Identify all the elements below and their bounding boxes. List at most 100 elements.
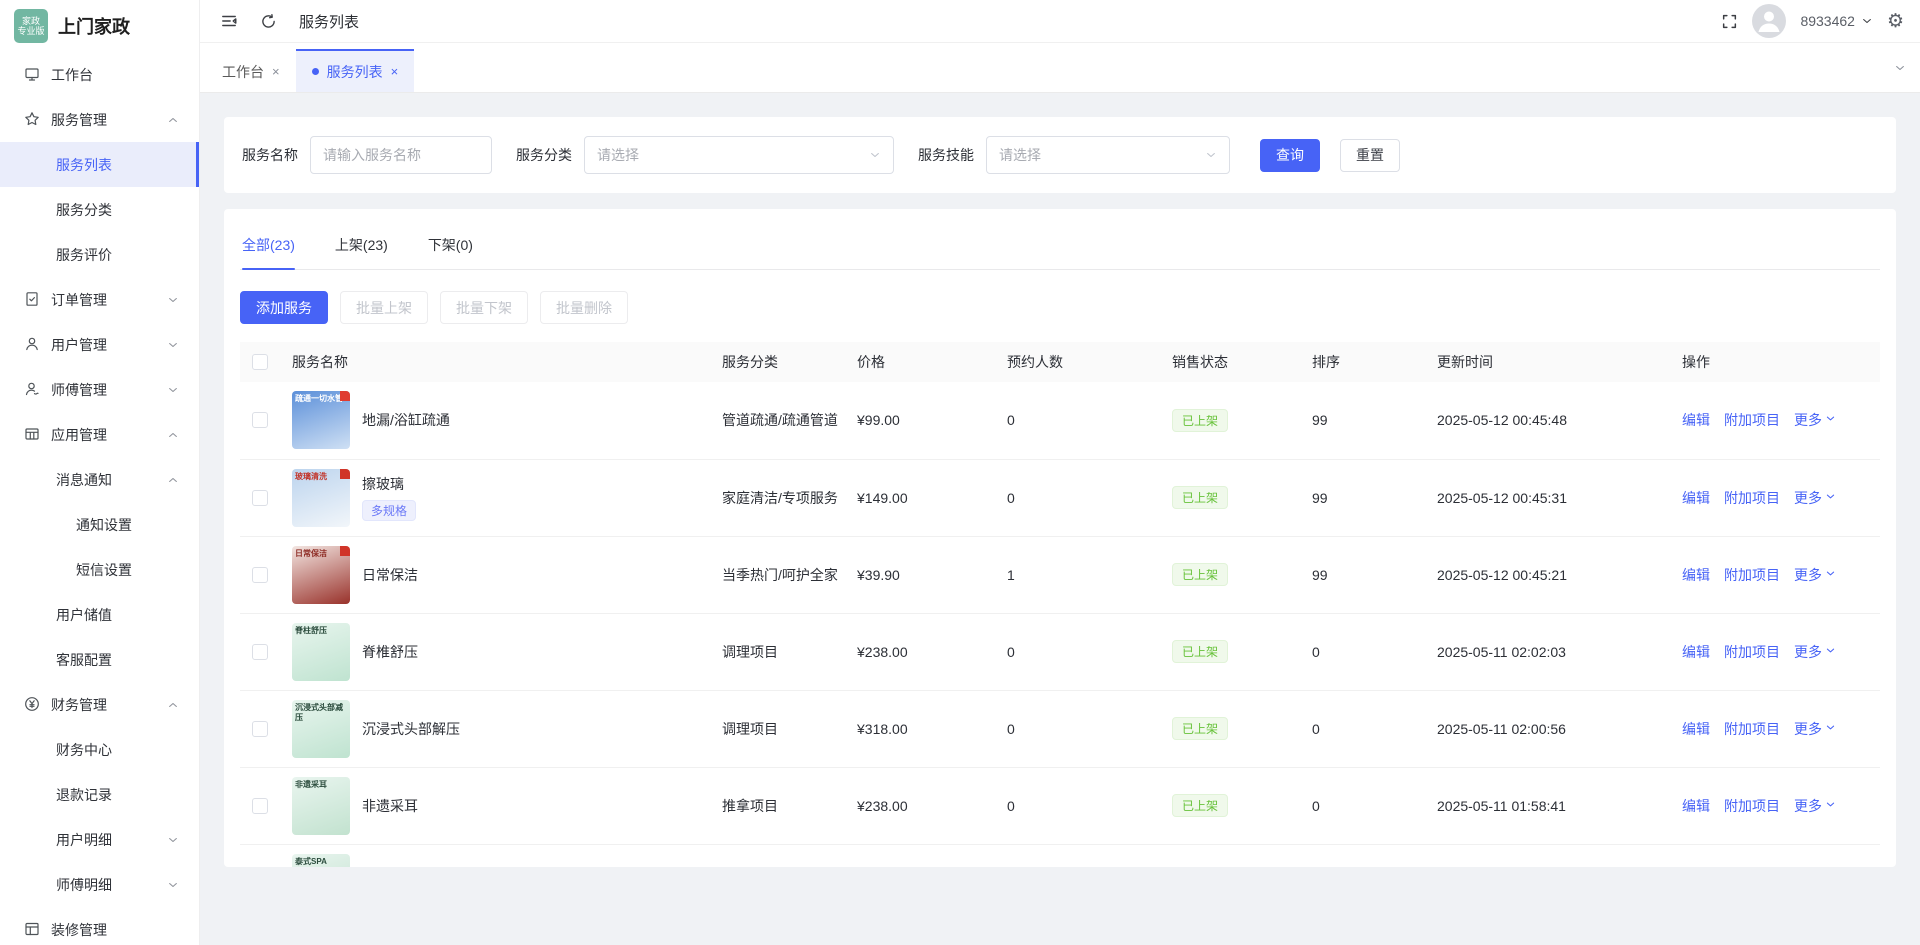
sidebar-item-财务管理[interactable]: 财务管理 — [0, 682, 199, 727]
promo-badge — [340, 546, 350, 556]
service-skill-select[interactable]: 请选择 — [986, 136, 1230, 174]
thumbnail-caption: 脊柱舒压 — [295, 626, 327, 636]
addon-items-link[interactable]: 附加项目 — [1724, 490, 1780, 506]
sidebar-item-短信设置[interactable]: 短信设置 — [0, 547, 199, 592]
service-thumbnail[interactable]: 泰式SPA — [292, 854, 350, 868]
row-checkbox-cell — [240, 459, 284, 536]
more-dropdown-link[interactable]: 更多 — [1794, 412, 1836, 428]
service-thumbnail[interactable]: 玻璃清洗 — [292, 469, 350, 527]
service-thumbnail[interactable]: 非遗采耳 — [292, 777, 350, 835]
more-dropdown-link[interactable]: 更多 — [1794, 798, 1836, 814]
page-tab-工作台[interactable]: 工作台× — [206, 49, 296, 92]
batch-on-shelf-button[interactable]: 批量上架 — [340, 291, 428, 324]
edit-link[interactable]: 编辑 — [1682, 567, 1710, 583]
sidebar-item-退款记录[interactable]: 退款记录 — [0, 772, 199, 817]
sidebar-item-装修管理[interactable]: 装修管理 — [0, 907, 199, 945]
sidebar: 家政 专业版 上门家政 工作台服务管理服务列表服务分类服务评价订单管理用户管理师… — [0, 0, 200, 945]
close-tab-icon[interactable]: × — [272, 64, 280, 79]
thumbnail-caption: 沉浸式头部减压 — [295, 703, 347, 723]
addon-items-link[interactable]: 附加项目 — [1724, 644, 1780, 660]
yuan-circle-icon — [24, 696, 41, 713]
edit-link[interactable]: 编辑 — [1682, 412, 1710, 428]
service-name: 非遗采耳 — [362, 796, 418, 816]
booking-count: 0 — [999, 382, 1164, 459]
star-icon — [24, 111, 41, 128]
service-thumbnail[interactable]: 沉浸式头部减压 — [292, 700, 350, 758]
edit-link[interactable]: 编辑 — [1682, 490, 1710, 506]
tabs-dropdown-chevron-icon[interactable] — [1894, 62, 1906, 74]
sidebar-item-用户明细[interactable]: 用户明细 — [0, 817, 199, 862]
service-thumbnail[interactable]: 疏通一切水管 — [292, 391, 350, 449]
sale-status-cell: 已上架 — [1164, 536, 1304, 613]
batch-delete-button[interactable]: 批量删除 — [540, 291, 628, 324]
addon-items-link[interactable]: 附加项目 — [1724, 798, 1780, 814]
sidebar-item-服务评价[interactable]: 服务评价 — [0, 232, 199, 277]
row-checkbox[interactable] — [252, 412, 268, 428]
page-tab-服务列表[interactable]: 服务列表× — [296, 49, 415, 92]
sidebar-item-订单管理[interactable]: 订单管理 — [0, 277, 199, 322]
refresh-icon[interactable] — [260, 13, 277, 30]
sort-order: 99 — [1304, 382, 1429, 459]
sidebar-item-师傅明细[interactable]: 师傅明细 — [0, 862, 199, 907]
settings-gear-icon[interactable]: ⚙ — [1887, 12, 1904, 31]
sidebar-item-label: 应用管理 — [51, 425, 107, 445]
sidebar-item-客服配置[interactable]: 客服配置 — [0, 637, 199, 682]
sidebar-item-服务分类[interactable]: 服务分类 — [0, 187, 199, 232]
edit-link[interactable]: 编辑 — [1682, 644, 1710, 660]
fullscreen-icon[interactable] — [1721, 13, 1738, 30]
more-dropdown-link[interactable]: 更多 — [1794, 721, 1836, 737]
more-dropdown-link[interactable]: 更多 — [1794, 644, 1836, 660]
status-badge: 已上架 — [1172, 794, 1228, 817]
addon-items-link[interactable]: 附加项目 — [1724, 567, 1780, 583]
more-dropdown-link[interactable]: 更多 — [1794, 567, 1836, 583]
status-badge: 已上架 — [1172, 717, 1228, 740]
row-checkbox[interactable] — [252, 798, 268, 814]
service-name-input[interactable] — [310, 136, 492, 174]
menu-fold-icon[interactable] — [220, 12, 238, 30]
user-menu[interactable]: 8933462 — [1800, 13, 1873, 29]
service-thumbnail[interactable]: 脊柱舒压 — [292, 623, 350, 681]
updated-time: 2025-05-12 00:45:48 — [1429, 382, 1674, 459]
reset-button[interactable]: 重置 — [1340, 139, 1400, 172]
sale-status-cell: 已上架 — [1164, 613, 1304, 690]
row-checkbox[interactable] — [252, 567, 268, 583]
sidebar-item-财务中心[interactable]: 财务中心 — [0, 727, 199, 772]
edit-link[interactable]: 编辑 — [1682, 798, 1710, 814]
edit-link[interactable]: 编辑 — [1682, 721, 1710, 737]
chevron-down-icon — [1825, 722, 1836, 733]
service-category: 调理项目 — [714, 690, 849, 767]
service-thumbnail[interactable]: 日常保洁 — [292, 546, 350, 604]
sidebar-item-工作台[interactable]: 工作台 — [0, 52, 199, 97]
sidebar-item-服务列表[interactable]: 服务列表 — [0, 142, 199, 187]
service-name-cell: 玻璃清洗擦玻璃多规格 — [284, 459, 714, 536]
service-category-select[interactable]: 请选择 — [584, 136, 894, 174]
row-checkbox[interactable] — [252, 490, 268, 506]
row-actions: 编辑附加项目更多 — [1674, 690, 1880, 767]
sidebar-item-用户管理[interactable]: 用户管理 — [0, 322, 199, 367]
monitor-icon — [24, 66, 41, 83]
more-dropdown-link[interactable]: 更多 — [1794, 490, 1836, 506]
sidebar-item-服务管理[interactable]: 服务管理 — [0, 97, 199, 142]
sidebar-item-应用管理[interactable]: 应用管理 — [0, 412, 199, 457]
sidebar-item-用户储值[interactable]: 用户储值 — [0, 592, 199, 637]
row-checkbox[interactable] — [252, 721, 268, 737]
row-checkbox-cell — [240, 382, 284, 459]
sidebar-item-师傅管理[interactable]: 师傅管理 — [0, 367, 199, 412]
close-tab-icon[interactable]: × — [391, 64, 399, 79]
addon-items-link[interactable]: 附加项目 — [1724, 412, 1780, 428]
status-tab-上架(23)[interactable]: 上架(23) — [335, 225, 388, 269]
table-row: 非遗采耳非遗采耳推拿项目¥238.000已上架02025-05-11 01:58… — [240, 767, 1880, 844]
status-tab-全部(23)[interactable]: 全部(23) — [242, 225, 295, 269]
sidebar-item-通知设置[interactable]: 通知设置 — [0, 502, 199, 547]
add-service-button[interactable]: 添加服务 — [240, 291, 328, 324]
select-all-checkbox[interactable] — [252, 354, 268, 370]
row-checkbox[interactable] — [252, 644, 268, 660]
addon-items-link[interactable]: 附加项目 — [1724, 721, 1780, 737]
status-tab-下架(0)[interactable]: 下架(0) — [428, 225, 473, 269]
username: 8933462 — [1800, 13, 1855, 29]
sidebar-item-消息通知[interactable]: 消息通知 — [0, 457, 199, 502]
service-name: 沉浸式头部解压 — [362, 719, 460, 739]
column-header-服务分类: 服务分类 — [714, 342, 849, 382]
batch-off-shelf-button[interactable]: 批量下架 — [440, 291, 528, 324]
search-button[interactable]: 查询 — [1260, 139, 1320, 172]
